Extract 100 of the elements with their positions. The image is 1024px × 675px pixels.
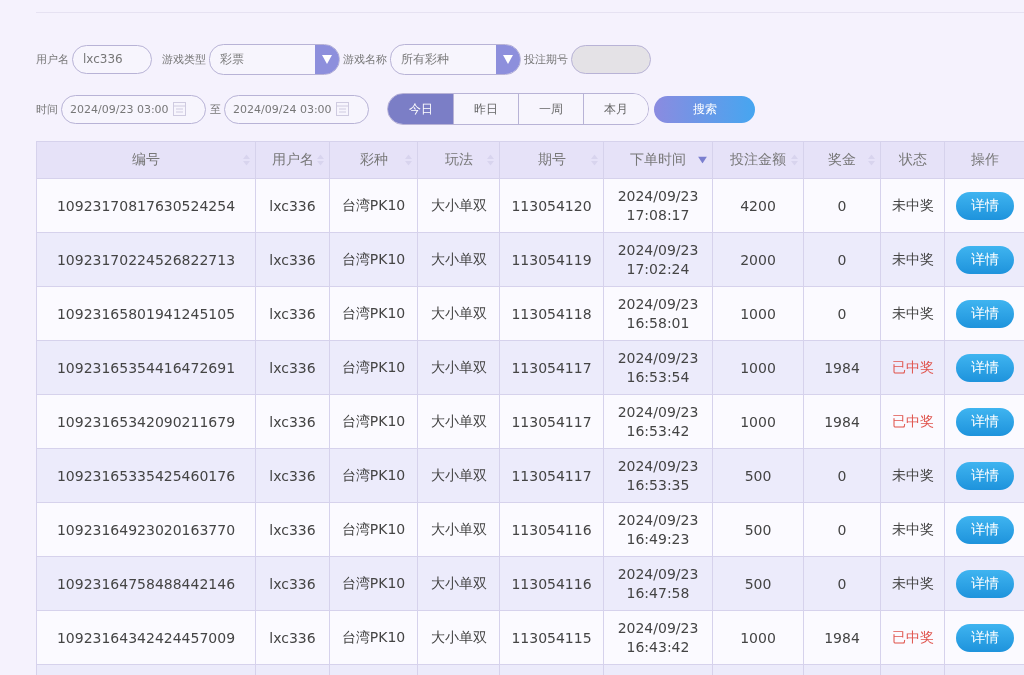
column-header[interactable]: 期号 [499,141,604,179]
order-time: 16:43:42 [625,637,691,657]
lottery-cell: 台湾PK10 [341,250,406,267]
dropdown-icon [503,54,513,64]
play-type-cell: 大小单双 [430,574,487,591]
details-button[interactable]: 详情 [955,191,1014,220]
column-header: 状态 [880,141,945,179]
order-date: 2024/09/23 [617,456,699,476]
order-number: 10923170224526822713 [56,251,236,268]
amount-cell: 1000 [740,413,776,430]
order-date: 2024/09/23 [617,564,699,584]
status-cell: 未中奖 [891,574,934,591]
status-cell: 未中奖 [891,250,934,267]
amount-cell: 4200 [740,197,776,214]
play-type-cell: 大小单双 [430,250,487,267]
details-button[interactable]: 详情 [955,245,1014,274]
username-cell: lxc336 [269,413,316,430]
play-type-cell: 大小单双 [430,358,487,375]
username-label: 用户名 [36,51,69,67]
game-type-select[interactable]: 彩票 [209,43,340,75]
column-header[interactable]: 用户名 [255,141,330,179]
username-cell: lxc336 [269,197,316,214]
details-button[interactable]: 详情 [955,569,1014,598]
play-type-cell: 大小单双 [430,304,487,321]
column-header[interactable]: 投注金额 [712,141,804,179]
issue-cell: 113054116 [511,521,592,538]
column-header[interactable]: 玩法 [417,141,500,179]
game-type-label: 游戏类型 [162,51,206,67]
order-number: 10923165354416472691 [56,359,236,376]
status-cell: 已中奖 [891,412,934,429]
lottery-cell: 台湾PK10 [341,466,406,483]
order-number: 10923165801941245105 [56,305,236,322]
issue-cell: 113054116 [511,575,592,592]
username-cell: lxc336 [269,521,316,538]
dropdown-icon [322,54,332,64]
username-cell: lxc336 [269,305,316,322]
game-name-select[interactable]: 所有彩种 [390,43,521,75]
issue-cell: 113054115 [511,629,592,646]
order-time: 17:02:24 [625,259,691,279]
order-time: 16:53:54 [625,367,691,387]
amount-cell: 2000 [740,251,776,268]
username-cell: lxc336 [269,467,316,484]
issue-cell: 113054117 [511,467,592,484]
issue-cell: 113054117 [511,359,592,376]
order-date: 2024/09/23 [617,240,699,260]
prize-cell: 0 [837,521,847,538]
prize-cell: 0 [837,467,847,484]
status-cell: 未中奖 [891,520,934,537]
prize-cell: 1984 [824,629,860,646]
play-type-cell: 大小单双 [430,628,487,645]
issue-cell: 113054118 [511,305,592,322]
play-type-cell: 大小单双 [430,520,487,537]
username-field[interactable]: lxc336 [72,44,152,74]
details-button[interactable]: 详情 [955,461,1014,490]
amount-cell: 500 [744,521,772,538]
username-cell: lxc336 [269,251,316,268]
start-date-field[interactable]: 2024/09/23 03:00 [61,94,206,124]
status-cell: 未中奖 [891,304,934,321]
status-cell: 未中奖 [891,196,934,213]
search-button[interactable]: 搜索 [654,95,755,123]
end-date-field[interactable]: 2024/09/24 03:00 [224,94,369,124]
range-tab[interactable]: 今日 [388,94,453,124]
order-time: 17:08:17 [625,205,691,225]
username-cell: lxc336 [269,359,316,376]
order-date: 2024/09/23 [617,510,699,530]
range-tab[interactable]: 本月 [583,94,648,124]
amount-cell: 1000 [740,629,776,646]
prize-cell: 0 [837,251,847,268]
details-button[interactable]: 详情 [955,515,1014,544]
order-time: 16:49:23 [625,529,691,549]
issue-cell: 113054117 [511,413,592,430]
issue-label: 投注期号 [524,51,568,67]
prize-cell: 0 [837,197,847,214]
lottery-cell: 台湾PK10 [341,628,406,645]
details-button[interactable]: 详情 [955,407,1014,436]
order-time: 16:53:42 [625,421,691,441]
game-name-label: 游戏名称 [343,51,387,67]
username-cell: lxc336 [269,575,316,592]
prize-cell: 1984 [824,359,860,376]
order-number: 10923164758488442146 [56,575,236,592]
calendar-icon [335,102,349,116]
order-number: 10923164342424457009 [56,629,236,646]
order-time: 16:47:58 [625,583,691,603]
lottery-cell: 台湾PK10 [341,304,406,321]
lottery-cell: 台湾PK10 [341,520,406,537]
calendar-icon [172,102,186,116]
details-button[interactable]: 详情 [955,299,1014,328]
order-date: 2024/09/23 [617,348,699,368]
issue-cell: 113054119 [511,251,592,268]
details-button[interactable]: 详情 [955,623,1014,652]
order-number: 10923170817630524254 [56,197,236,214]
column-header[interactable]: 奖金 [803,141,881,179]
date-separator: 至 [210,101,221,117]
column-header[interactable]: 彩种 [329,141,418,179]
column-header[interactable]: 编号 [36,141,256,179]
details-button[interactable]: 详情 [955,353,1014,382]
order-number: 10923165335425460176 [56,467,236,484]
column-header[interactable]: 下单时间 [603,141,713,179]
play-type-cell: 大小单双 [430,466,487,483]
order-number: 10923165342090211679 [56,413,236,430]
